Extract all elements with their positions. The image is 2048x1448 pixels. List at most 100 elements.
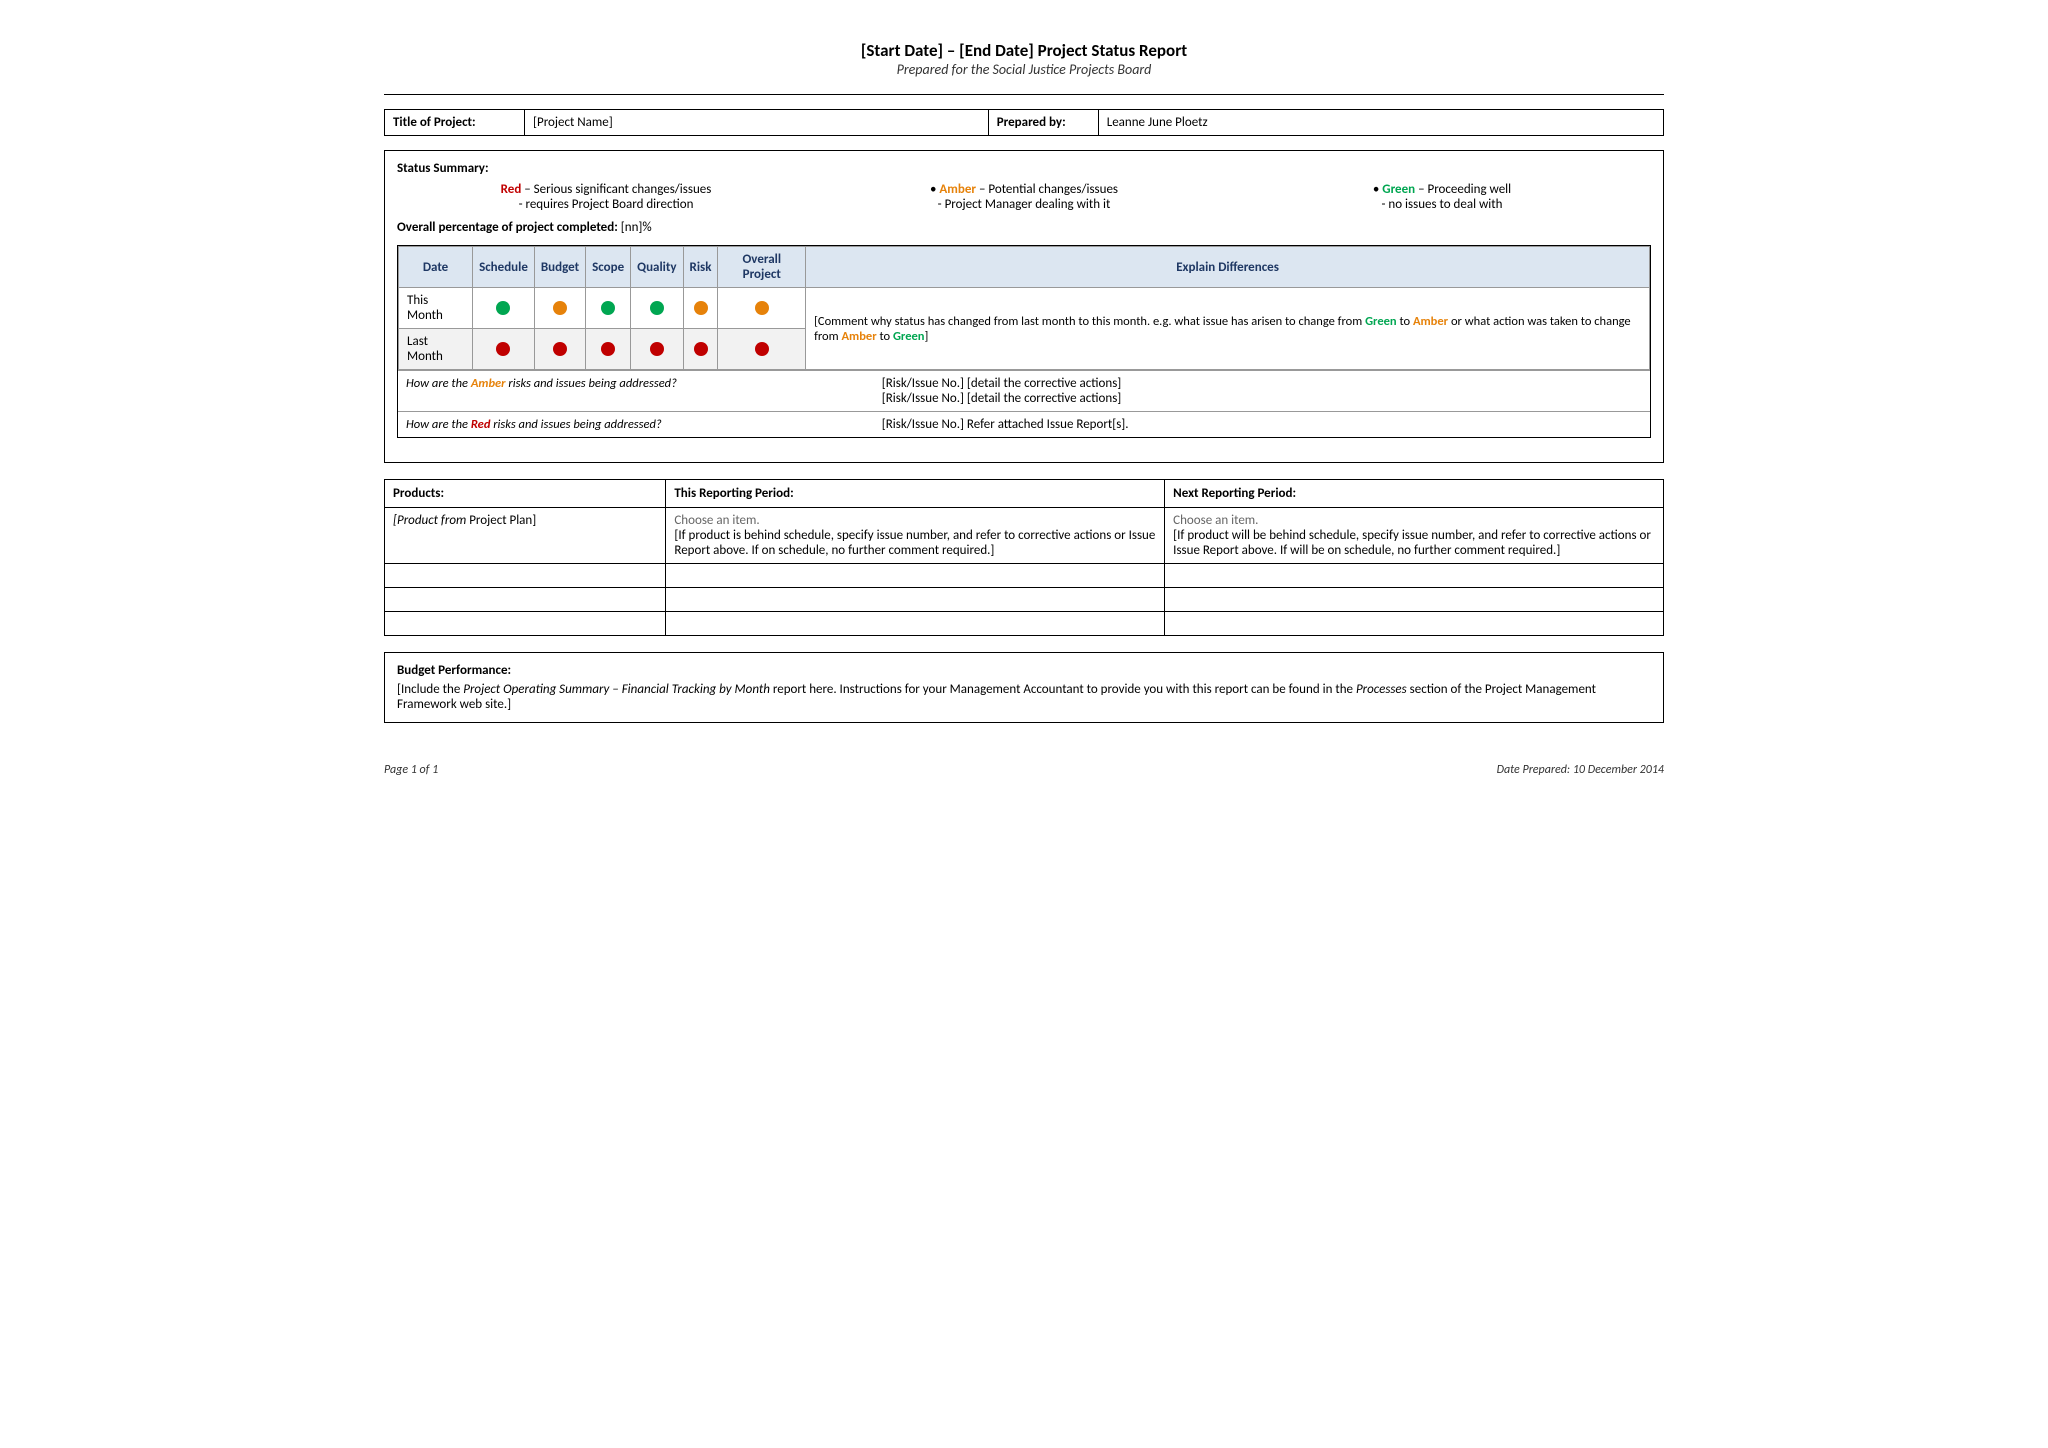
next-dropdown-1[interactable]: Choose an item. (1173, 513, 1655, 528)
amber-risk-label: Amber (471, 376, 506, 391)
prepared-by-label: Prepared by: (988, 110, 1098, 136)
header-divider (384, 94, 1664, 95)
amber-desc2: - Project Manager dealing with it (938, 197, 1111, 212)
next-desc-1: [If product will be behind schedule, spe… (1173, 528, 1655, 558)
next-period-4 (1165, 612, 1664, 636)
explain-amber2: Amber (841, 329, 876, 344)
amber-bullet: • (930, 182, 936, 197)
project-info-table: Title of Project: [Project Name] Prepare… (384, 109, 1664, 136)
green-bullet: • (1373, 182, 1379, 197)
completion-value: [nn]% (621, 220, 652, 235)
next-period-3 (1165, 588, 1664, 612)
this-period-4 (666, 612, 1165, 636)
product-row-4 (385, 612, 1664, 636)
product-row-1: [Product from Project Plan] Choose an it… (385, 508, 1664, 564)
last-month-quality (631, 329, 683, 370)
completion-line: Overall percentage of project completed:… (397, 220, 1651, 235)
explain-text: [Comment why status has changed from las… (814, 314, 1631, 344)
dot-amber (553, 301, 567, 315)
dot-red (496, 342, 510, 356)
dot-green (650, 301, 664, 315)
status-table: Date Schedule Budget Scope Quality Risk … (398, 246, 1650, 370)
status-summary-box: Status Summary: Red – Serious significan… (384, 150, 1664, 463)
budget-italic2: Processes (1356, 682, 1407, 697)
products-table: Products: This Reporting Period: Next Re… (384, 479, 1664, 636)
products-header: Products: (385, 480, 666, 508)
status-legend: Red – Serious significant changes/issues… (397, 182, 1651, 212)
project-name: [Project Name] (525, 110, 989, 136)
last-month-scope (586, 329, 631, 370)
this-month-quality (631, 288, 683, 329)
dot-amber (694, 301, 708, 315)
last-month-risk (683, 329, 718, 370)
green-label: Green (1382, 182, 1415, 197)
next-period-2 (1165, 564, 1664, 588)
page-footer: Page 1 of 1 Date Prepared: 10 December 2… (384, 763, 1664, 777)
budget-title: Budget Performance: (397, 663, 1651, 678)
this-month-budget (534, 288, 585, 329)
product-name-italic: [Product from (393, 513, 466, 528)
title-label: Title of Project: (385, 110, 525, 136)
product-name-1: [Product from Project Plan] (385, 508, 666, 564)
budget-box: Budget Performance: [Include the Project… (384, 652, 1664, 723)
legend-amber: • Amber – Potential changes/issues - Pro… (815, 182, 1233, 212)
this-month-label: This Month (399, 288, 473, 329)
last-month-label: Last Month (399, 329, 473, 370)
this-month-row: This Month [Comment why status has chang… (399, 288, 1650, 329)
dot-red (694, 342, 708, 356)
page-header: [Start Date] – [End Date] Project Status… (384, 40, 1664, 78)
header-scope: Scope (586, 247, 631, 288)
dot-red (553, 342, 567, 356)
amber-risk-row: How are the Amber risks and issues being… (398, 371, 1650, 412)
product-row-2 (385, 564, 1664, 588)
status-risk-wrapper: Date Schedule Budget Scope Quality Risk … (397, 245, 1651, 438)
header-explain: Explain Differences (806, 247, 1650, 288)
header-budget: Budget (534, 247, 585, 288)
product-row-3 (385, 588, 1664, 612)
last-month-overall (718, 329, 806, 370)
date-prepared: Date Prepared: 10 December 2014 (1497, 763, 1664, 777)
red-desc1: – Serious significant changes/issues (524, 182, 711, 197)
product-name-3 (385, 588, 666, 612)
this-month-scope (586, 288, 631, 329)
next-period-1: Choose an item. [If product will be behi… (1165, 508, 1664, 564)
amber-desc1: – Potential changes/issues (979, 182, 1118, 197)
green-desc2: - no issues to deal with (1382, 197, 1503, 212)
explain-amber: Amber (1413, 314, 1448, 329)
legend-green: • Green – Proceeding well - no issues to… (1233, 182, 1651, 212)
this-month-overall (718, 288, 806, 329)
red-label: Red (501, 182, 522, 197)
red-risk-question: How are the Red risks and issues being a… (398, 412, 874, 438)
completion-prefix: Overall percentage of project completed: (397, 220, 618, 235)
red-risk-label: Red (471, 417, 491, 432)
product-name-4 (385, 612, 666, 636)
dot-amber (755, 301, 769, 315)
last-month-budget (534, 329, 585, 370)
products-section: Products: This Reporting Period: Next Re… (384, 479, 1664, 636)
this-desc-1: [If product is behind schedule, specify … (674, 528, 1156, 558)
header-schedule: Schedule (473, 247, 535, 288)
explain-col: [Comment why status has changed from las… (806, 288, 1650, 370)
this-period-2 (666, 564, 1165, 588)
header-date: Date (399, 247, 473, 288)
dot-red (601, 342, 615, 356)
header-risk: Risk (683, 247, 718, 288)
red-desc2: - requires Project Board direction (519, 197, 694, 212)
this-dropdown-1[interactable]: Choose an item. (674, 513, 1156, 528)
amber-risk-question: How are the Amber risks and issues being… (398, 371, 874, 412)
amber-risk-answer: [Risk/Issue No.] [detail the corrective … (874, 371, 1650, 412)
this-period-3 (666, 588, 1165, 612)
status-summary-title: Status Summary: (397, 161, 1651, 176)
page-title: [Start Date] – [End Date] Project Status… (384, 40, 1664, 61)
legend-red: Red – Serious significant changes/issues… (397, 182, 815, 212)
green-desc1: – Proceeding well (1418, 182, 1511, 197)
red-risk-row: How are the Red risks and issues being a… (398, 412, 1650, 438)
product-name-2 (385, 564, 666, 588)
dot-red (755, 342, 769, 356)
explain-green: Green (1365, 314, 1397, 329)
this-period-header: This Reporting Period: (666, 480, 1165, 508)
red-risk-answer: [Risk/Issue No.] Refer attached Issue Re… (874, 412, 1650, 438)
next-period-header: Next Reporting Period: (1165, 480, 1664, 508)
this-month-risk (683, 288, 718, 329)
risk-table: How are the Amber risks and issues being… (398, 370, 1650, 437)
